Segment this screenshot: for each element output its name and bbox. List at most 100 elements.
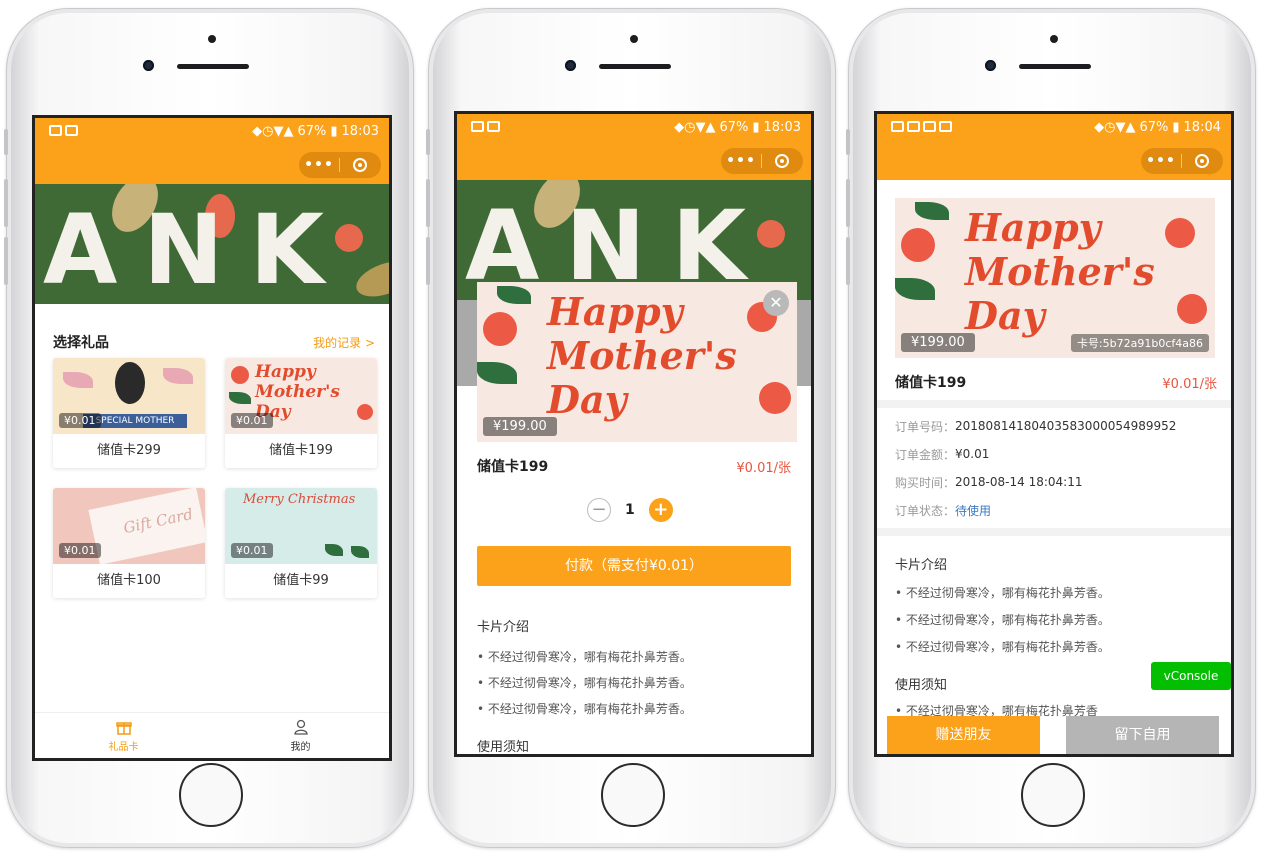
- minus-button[interactable]: −: [587, 498, 611, 522]
- order-number: 20180814180403583000054989952: [955, 419, 1177, 433]
- intro-bullet: • 不经过彻骨寒冷，哪有梅花扑鼻芳香。: [895, 640, 1110, 654]
- nav-bar: ◆◷▼▲ 67% ▮ 18:04 •••: [877, 114, 1231, 180]
- home-button[interactable]: [179, 763, 243, 827]
- product-row: 储值卡199 ¥0.01/张: [895, 372, 1217, 392]
- battery-percent: 67%: [297, 124, 327, 139]
- art-flower: [1177, 294, 1207, 324]
- keep-for-self-button[interactable]: 留下自用: [1066, 716, 1219, 754]
- art-lettering: Merry Christmas: [243, 492, 356, 507]
- volume-up-button: [846, 179, 850, 227]
- phone-frame-1: ◆◷▼▲ 67% ▮ 18:03 ••• ANK 选择礼品 我的记录 > SPE…: [4, 8, 414, 848]
- battery-icon: ▮: [752, 120, 760, 135]
- target-circle-icon[interactable]: [1182, 154, 1222, 168]
- price-tag: ¥0.01: [59, 543, 101, 558]
- proximity-sensor: [208, 35, 216, 43]
- pay-button[interactable]: 付款（需支付¥0.01）: [477, 546, 791, 586]
- nav-bar: ◆◷▼▲ 67% ▮ 18:03 •••: [457, 114, 811, 180]
- volume-down-button: [426, 237, 430, 285]
- card-image: Happy Mother's Day ¥199.00 卡号:5b72a91b0c…: [895, 198, 1215, 358]
- intro-bullet: • 不经过彻骨寒冷，哪有梅花扑鼻芳香。: [477, 676, 692, 690]
- art-bird: [115, 362, 145, 404]
- gift-card-item[interactable]: Happy Mother's Day ¥0.01 储值卡199: [225, 358, 377, 468]
- volume-up-button: [4, 179, 8, 227]
- more-dots-icon[interactable]: •••: [1141, 153, 1181, 169]
- send-to-friend-button[interactable]: 赠送朋友: [887, 716, 1040, 754]
- tab-mine[interactable]: 我的: [212, 713, 389, 758]
- image-icon: [939, 121, 952, 132]
- earpiece-speaker: [177, 64, 249, 69]
- clock: 18:03: [341, 124, 379, 139]
- home-button[interactable]: [1021, 763, 1085, 827]
- unit-price: ¥0.01/张: [736, 460, 791, 476]
- close-icon[interactable]: ✕: [763, 290, 789, 316]
- art-flower: [231, 366, 249, 384]
- art-leaf: [63, 372, 93, 388]
- target-circle-icon[interactable]: [762, 154, 802, 168]
- message-icon: [49, 125, 62, 136]
- clock: 18:04: [1183, 120, 1221, 135]
- gift-card-item[interactable]: Merry Christmas ¥0.01 储值卡99: [225, 488, 377, 598]
- art-leaf: [895, 278, 935, 300]
- target-circle-icon[interactable]: [340, 158, 380, 172]
- phone-frame-2: ◆◷▼▲ 67% ▮ 18:03 ••• ANK Happy Mother's …: [426, 8, 836, 848]
- gift-card-name: 储值卡199: [269, 443, 333, 458]
- art-flower: [1165, 218, 1195, 248]
- product-name: 储值卡199: [895, 375, 967, 391]
- battery-icon: ▮: [330, 124, 338, 139]
- order-number-row: 订单号码： 20180814180403583000054989952: [895, 412, 1217, 440]
- gift-card-image: Gift Card ¥0.01: [53, 488, 205, 564]
- mute-switch: [4, 129, 8, 155]
- art-leaf: [497, 286, 531, 304]
- gift-card-item[interactable]: SPECIAL MOTHER ¥0.01 储值卡299: [53, 358, 205, 468]
- home-button[interactable]: [601, 763, 665, 827]
- gift-card-image: SPECIAL MOTHER ¥0.01: [53, 358, 205, 434]
- art-leaf: [163, 368, 193, 384]
- signal-icon: ◆◷▼▲: [252, 124, 294, 139]
- plus-button[interactable]: +: [648, 498, 673, 522]
- art-leaf: [325, 544, 343, 556]
- image-icon: [65, 125, 78, 136]
- showcase-stage: ◆◷▼▲ 67% ▮ 18:03 ••• ANK 选择礼品 我的记录 > SPE…: [0, 0, 1266, 854]
- tab-gift-card[interactable]: 礼品卡: [35, 713, 212, 758]
- art-leaf: [915, 202, 949, 220]
- art-flower: [759, 382, 791, 414]
- tab-bar: 礼品卡 我的: [35, 712, 389, 758]
- wechat-icon: [923, 121, 936, 132]
- my-records-link[interactable]: 我的记录 >: [313, 334, 375, 351]
- price-tag: ¥199.00: [483, 417, 557, 436]
- gift-icon: [115, 721, 132, 735]
- front-camera: [143, 60, 154, 71]
- gift-card-item[interactable]: Gift Card ¥0.01 储值卡100: [53, 488, 205, 598]
- more-dots-icon[interactable]: •••: [299, 157, 339, 173]
- more-dots-icon[interactable]: •••: [721, 153, 761, 169]
- message-icon: [891, 121, 904, 132]
- battery-percent: 67%: [719, 120, 749, 135]
- clock: 18:03: [763, 120, 801, 135]
- mute-switch: [426, 129, 430, 155]
- art-lettering: Happy Mother's Day: [965, 205, 1155, 338]
- section-header: 选择礼品 我的记录 >: [53, 332, 375, 352]
- product-name: 储值卡199: [477, 459, 549, 475]
- order-amount-row: 订单金额： ¥0.01: [895, 440, 1217, 468]
- intro-bullet: • 不经过彻骨寒冷，哪有梅花扑鼻芳香。: [477, 702, 692, 716]
- section-title: 选择礼品: [53, 335, 109, 351]
- purchase-time-row: 购买时间： 2018-08-14 18:04:11: [895, 468, 1217, 496]
- intro-title: 卡片介绍: [895, 558, 948, 573]
- art-flower: [901, 228, 935, 262]
- section-divider: [877, 400, 1231, 408]
- gift-card-image: Happy Mother's Day ¥0.01: [225, 358, 377, 434]
- battery-percent: 67%: [1139, 120, 1169, 135]
- section-divider: [877, 528, 1231, 536]
- gift-card-image: Merry Christmas ¥0.01: [225, 488, 377, 564]
- mini-program-capsule: •••: [299, 152, 381, 178]
- mini-program-capsule: •••: [721, 148, 803, 174]
- vconsole-button[interactable]: vConsole: [1151, 662, 1231, 690]
- earpiece-speaker: [599, 64, 671, 69]
- screen-gift-list: ◆◷▼▲ 67% ▮ 18:03 ••• ANK 选择礼品 我的记录 > SPE…: [32, 115, 392, 761]
- gift-card-name: 储值卡299: [97, 443, 161, 458]
- screen-purchase-modal: ◆◷▼▲ 67% ▮ 18:03 ••• ANK Happy Mother's …: [454, 111, 814, 757]
- signal-icon: ◆◷▼▲: [674, 120, 716, 135]
- signal-icon: ◆◷▼▲: [1094, 120, 1136, 135]
- volume-down-button: [4, 237, 8, 285]
- user-icon: [293, 719, 308, 735]
